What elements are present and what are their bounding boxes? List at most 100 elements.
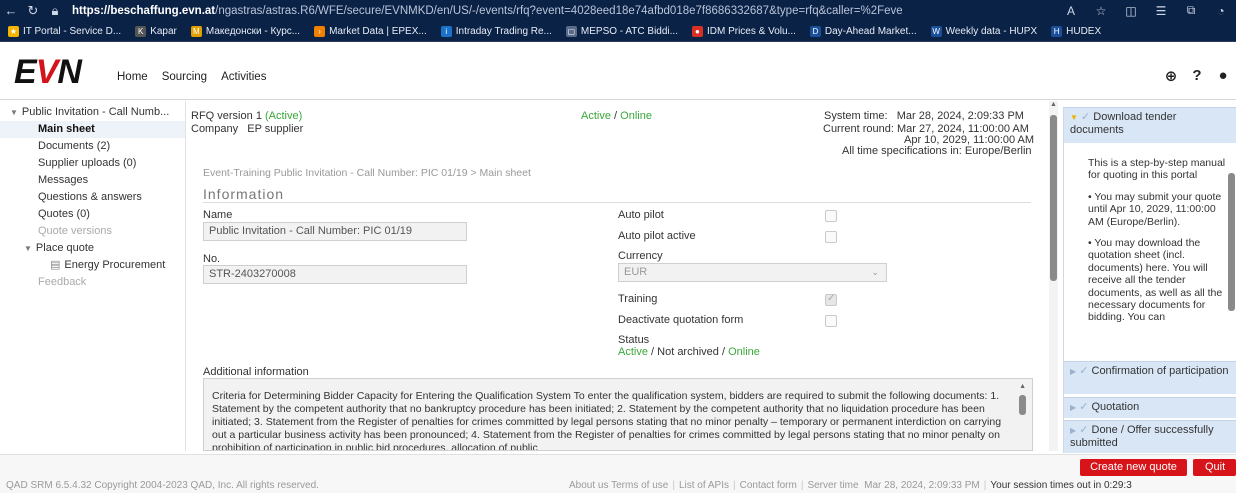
create-new-quote-button[interactable]: Create new quote: [1080, 459, 1187, 476]
status-active: Active: [618, 346, 648, 358]
main-content: RFQ version 1 (Active) Company EP suppli…: [187, 101, 1047, 451]
caret-down-icon: ▼: [24, 244, 32, 253]
scroll-up-icon[interactable]: ▲: [1019, 383, 1026, 390]
auto-pilot-active-checkbox[interactable]: [825, 231, 837, 243]
textarea-scrollbar[interactable]: [1019, 395, 1026, 415]
status-online: Online: [620, 110, 652, 122]
step-content: This is a step-by-step manual for quotin…: [1064, 143, 1236, 361]
sidebar-item-place-quote[interactable]: ▼ Place quote: [0, 240, 185, 257]
terms-of-use-link[interactable]: Terms of use: [611, 480, 668, 491]
list-of-apis-link[interactable]: List of APIs: [679, 480, 729, 491]
main-scrollbar[interactable]: ▲: [1049, 101, 1058, 451]
auto-pilot-checkbox[interactable]: [825, 210, 837, 222]
quit-button[interactable]: Quit: [1193, 459, 1236, 476]
bookmark-item[interactable]: H HUDEX: [1051, 25, 1102, 37]
caret-down-icon: ▼: [1070, 113, 1078, 122]
deactivate-form-checkbox[interactable]: [825, 315, 837, 327]
section-heading-information: Information: [203, 186, 285, 202]
timezone-note: All time specifications in: Europe/Berli…: [842, 145, 1032, 157]
bookmark-item[interactable]: K Kapar: [135, 25, 177, 37]
bookmark-item[interactable]: ★ IT Portal - Service D...: [8, 25, 121, 37]
company-value: EP supplier: [247, 123, 304, 135]
split-screen-icon[interactable]: ◫: [1116, 4, 1146, 18]
number-field[interactable]: STR-2403270008: [203, 265, 467, 284]
collections-icon[interactable]: ⧉: [1176, 3, 1206, 18]
name-field[interactable]: Public Invitation - Call Number: PIC 01/…: [203, 222, 467, 241]
sidebar-item-label: Public Invitation - Call Numb...: [21, 106, 170, 118]
sidebar-item-energy-procurement[interactable]: ▤ Energy Procurement: [0, 257, 185, 274]
step-title: Done / Offer successfully submitted: [1070, 424, 1214, 449]
sidebar-item-feedback: Feedback: [38, 276, 87, 288]
copyright: QAD SRM 6.5.4.32 Copyright 2004-2023 QAD…: [6, 480, 319, 491]
nav-sourcing[interactable]: Sourcing: [162, 71, 207, 83]
about-us-link[interactable]: About us: [569, 480, 608, 491]
system-time: System time: Mar 28, 2024, 2:09:33 PM: [824, 110, 1024, 122]
guide-intro: This is a step-by-step manual for quotin…: [1088, 157, 1226, 182]
sidebar-item-quote-versions: Quote versions: [38, 225, 112, 237]
guide-bullet-download: • You may download the quotation sheet (…: [1088, 237, 1223, 324]
server-time-label: Server time: [807, 480, 859, 491]
favorite-star-icon[interactable]: ☆: [1086, 4, 1116, 18]
document-icon: ▤: [50, 259, 61, 271]
step-quotation[interactable]: ▶ ✓ Quotation: [1064, 397, 1236, 418]
rfq-version-number: 1: [255, 110, 262, 122]
help-icon[interactable]: ?: [1184, 67, 1210, 85]
guide-scrollbar[interactable]: [1228, 173, 1235, 311]
sidebar-item-supplier-uploads[interactable]: Supplier uploads (0): [0, 155, 185, 172]
user-icon[interactable]: ●: [1210, 67, 1236, 85]
bookmark-favicon-icon: K: [135, 25, 147, 37]
bookmark-label: IDM Prices & Volu...: [706, 25, 796, 37]
address-bar[interactable]: https://beschaffung.evn.at/ngastras/astr…: [72, 5, 902, 17]
bookmark-favicon-icon: H: [1051, 25, 1063, 37]
status-value: Active / Not archived / Online: [618, 346, 760, 358]
bookmark-label: Market Data | EPEX...: [329, 25, 427, 37]
globe-icon[interactable]: ⊕: [1158, 67, 1184, 85]
nav-home[interactable]: Home: [117, 71, 148, 83]
bookmark-item[interactable]: › Market Data | EPEX...: [314, 25, 427, 37]
back-icon[interactable]: ←: [0, 3, 22, 18]
currency-select[interactable]: EUR ⌄: [618, 263, 887, 282]
caret-right-icon: ▶: [1070, 367, 1077, 376]
bookmark-item[interactable]: ▢ MEPSO - ATC Biddi...: [565, 25, 678, 37]
sidebar-item-questions-answers[interactable]: Questions & answers: [0, 189, 185, 206]
training-checkbox[interactable]: [825, 293, 837, 306]
step-download-tender-documents[interactable]: ▼ ✓ Download tender documents: [1064, 107, 1236, 143]
bookmark-item[interactable]: D Day-Ahead Market...: [809, 25, 917, 37]
bookmark-item[interactable]: ● IDM Prices & Volu...: [691, 25, 796, 37]
sidebar-item-main-sheet[interactable]: Main sheet: [0, 121, 185, 138]
step-title: Quotation: [1091, 401, 1140, 413]
caret-down-icon: ▼: [10, 108, 18, 117]
scroll-up-icon[interactable]: ▲: [1050, 101, 1057, 108]
step-confirmation-of-participation[interactable]: ▶ ✓ Confirmation of participation: [1064, 361, 1236, 394]
bookmark-item[interactable]: W Weekly data - HUPX: [930, 25, 1037, 37]
check-icon: ✓: [1079, 401, 1089, 413]
sidebar-item-event[interactable]: ▼ Public Invitation - Call Numb...: [0, 104, 185, 121]
bookmark-label: HUDEX: [1066, 25, 1102, 37]
step-done[interactable]: ▶ ✓ Done / Offer successfully submitted: [1064, 420, 1236, 453]
sidebar-item-documents[interactable]: Documents (2): [0, 138, 185, 155]
contact-form-link[interactable]: Contact form: [740, 480, 797, 491]
favorites-icon[interactable]: ☰: [1146, 4, 1176, 18]
reload-icon[interactable]: ↻: [22, 3, 44, 19]
url-path: /ngastras/astras.R6/WFE/secure/EVNMKD/en…: [215, 4, 902, 17]
profile-icon[interactable]: ◔: [1206, 4, 1236, 18]
bookmark-favicon-icon: i: [440, 25, 452, 37]
chevron-down-icon: ⌄: [871, 267, 879, 277]
bookmark-item[interactable]: i Intraday Trading Re...: [440, 25, 552, 37]
check-icon: ✓: [1079, 365, 1089, 377]
sidebar-item-quotes[interactable]: Quotes (0): [0, 206, 185, 223]
status-online: Online: [728, 346, 760, 358]
logo-e: E: [14, 53, 37, 91]
read-aloud-icon[interactable]: A: [1056, 4, 1086, 18]
nav-activities[interactable]: Activities: [221, 71, 266, 83]
rfq-version-line: RFQ version 1 (Active): [191, 110, 302, 122]
company-line: Company EP supplier: [191, 123, 303, 135]
check-icon: ✓: [1080, 111, 1091, 123]
additional-info-textarea[interactable]: Criteria for Determining Bidder Capacity…: [203, 378, 1033, 451]
divider: [203, 202, 1031, 203]
bookmark-item[interactable]: М Македонски - Курс...: [190, 25, 300, 37]
evn-logo[interactable]: EVN: [14, 53, 82, 91]
bookmark-favicon-icon: ★: [8, 25, 19, 37]
scrollbar-thumb[interactable]: [1050, 115, 1057, 281]
sidebar-item-messages[interactable]: Messages: [0, 172, 185, 189]
